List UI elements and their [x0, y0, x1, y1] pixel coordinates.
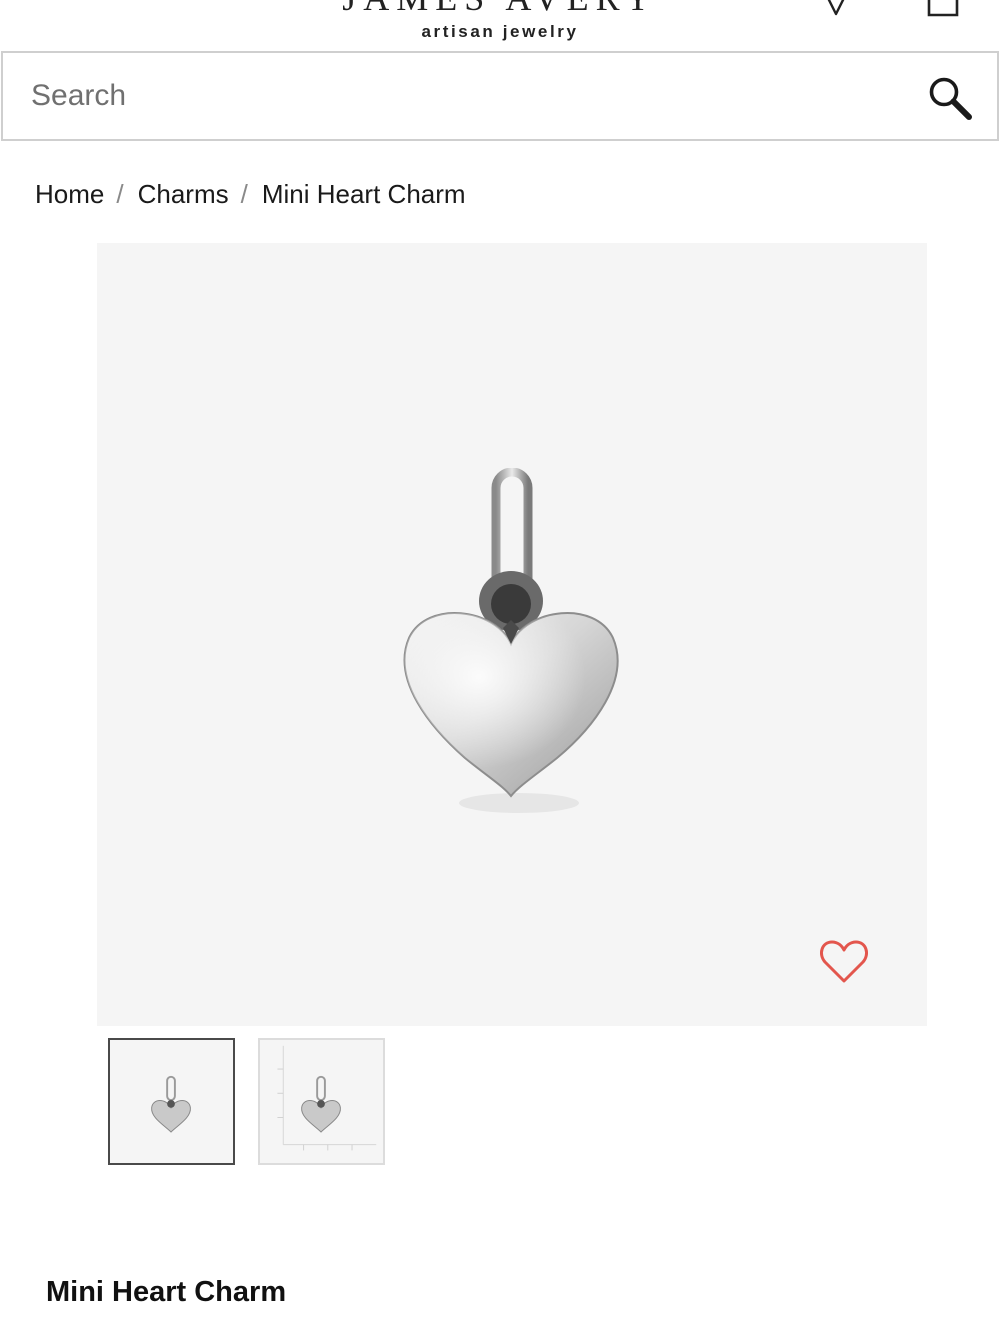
brand-tagline: artisan jewelry: [421, 22, 579, 41]
breadcrumb-separator: /: [116, 178, 124, 209]
search-bar: [1, 51, 999, 141]
breadcrumb-separator: /: [240, 178, 248, 209]
breadcrumb-home-link[interactable]: Home: [35, 179, 104, 210]
thumbnail-1[interactable]: [108, 1038, 235, 1165]
location-pin-icon[interactable]: [822, 0, 850, 16]
site-header: JAMES AVERY artisan jewelry: [0, 0, 1000, 50]
breadcrumb: Home / Charms / Mini Heart Charm: [35, 176, 466, 212]
breadcrumb-charms-link[interactable]: Charms: [138, 179, 229, 210]
product-title: Mini Heart Charm: [46, 1276, 287, 1308]
breadcrumb-current: Mini Heart Charm: [261, 178, 466, 209]
product-image: [403, 468, 619, 813]
menu-icon[interactable]: [36, 0, 68, 10]
heart-outline-icon[interactable]: [819, 939, 869, 985]
brand-name: JAMES AVERY: [330, 0, 670, 18]
search-input[interactable]: [31, 53, 891, 139]
brand-logo[interactable]: JAMES AVERY artisan jewelry: [330, 0, 670, 42]
thumbnail-image: [151, 1075, 191, 1133]
thumbnail-image: [277, 1045, 377, 1151]
product-image-gallery[interactable]: [97, 243, 927, 1026]
shopping-bag-icon[interactable]: [926, 0, 960, 18]
search-icon[interactable]: [927, 75, 973, 121]
thumbnail-2[interactable]: [258, 1038, 385, 1165]
